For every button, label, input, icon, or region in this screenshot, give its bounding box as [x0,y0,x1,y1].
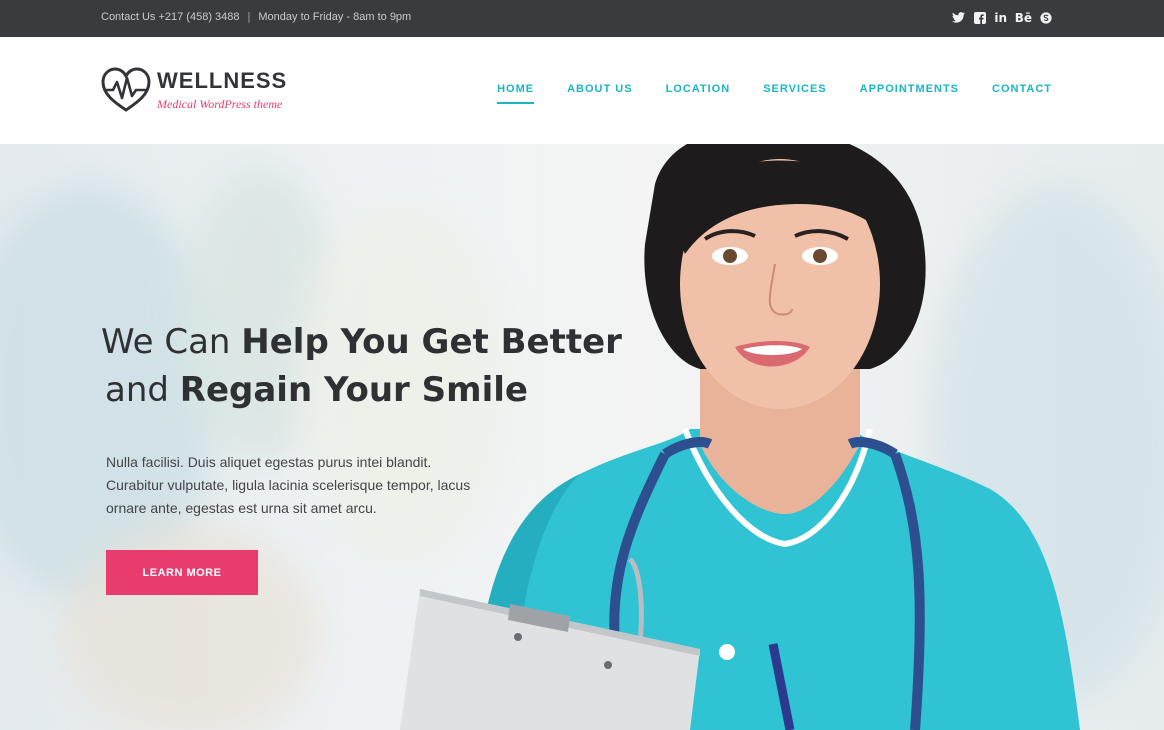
doctor-image [400,144,1080,730]
nav-home[interactable]: HOME [497,83,535,104]
hero-heading-bold-2: Regain Your Smile [179,370,528,410]
logo-title: WELLNESS [157,68,288,93]
social-links: in Bē [952,9,1053,26]
nav-about-us[interactable]: ABOUT US [567,83,632,104]
facebook-icon[interactable] [973,9,987,26]
logo[interactable]: WELLNESS Medical WordPress theme [101,66,287,114]
nav-location[interactable]: LOCATION [666,83,731,104]
top-bar: Contact Us +217 (458) 3488 | Monday to Fri… [0,0,1164,37]
nav-services[interactable]: SERVICES [763,83,826,104]
opening-hours: Monday to Friday - 8am to 9pm [258,11,412,23]
hero-section: We Can Help You Get Better and Regain Yo… [0,144,1164,730]
hero-heading-light-2: and [105,370,180,410]
hero-heading-light-1: We Can [101,322,242,362]
contact-phone[interactable]: Contact Us +217 (458) 3488 [101,11,240,23]
skype-icon[interactable] [1039,9,1053,26]
linkedin-icon[interactable]: in [994,9,1008,26]
contact-info: Contact Us +217 (458) 3488 | Monday to Fri… [101,11,411,23]
learn-more-button[interactable]: LEARN MORE [106,550,258,595]
twitter-icon[interactable] [952,9,966,26]
hero-heading: We Can Help You Get Better and Regain Yo… [101,318,622,414]
hero-description: Nulla facilisi. Duis aliquet egestas pur… [106,454,471,516]
logo-tagline: Medical WordPress theme [157,97,283,111]
heart-pulse-icon [101,67,151,112]
site-header: WELLNESS Medical WordPress theme HOME AB… [0,37,1164,144]
nav-contact[interactable]: CONTACT [992,83,1052,104]
nav-appointments[interactable]: APPOINTMENTS [860,83,959,104]
hero-heading-bold-1: Help You Get Better [241,322,622,362]
behance-icon[interactable]: Bē [1015,9,1032,26]
separator: | [247,11,251,23]
main-nav: HOME ABOUT US LOCATION SERVICES APPOINTM… [497,83,1052,104]
